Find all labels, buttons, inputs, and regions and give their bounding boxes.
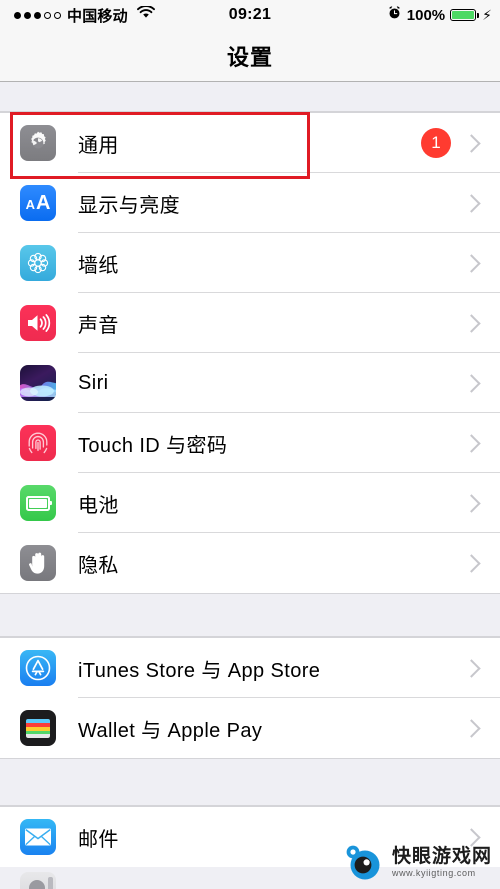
row-accessory bbox=[462, 313, 482, 333]
sound-speaker-icon bbox=[20, 305, 56, 341]
iphone-settings-screen: 中国移动 09:21 100% ⚡ 设置 通用 1 A A 显示与亮度 墙纸 声… bbox=[0, 0, 500, 889]
settings-row-siri[interactable]: Siri bbox=[0, 353, 500, 413]
watermark-title: 快眼游戏网 bbox=[391, 845, 492, 867]
settings-row-wallet-apple-pay[interactable]: Wallet 与 Apple Pay bbox=[0, 698, 500, 758]
settings-row-label: Wallet 与 Apple Pay bbox=[78, 719, 263, 742]
settings-row-label: 电池 bbox=[78, 494, 119, 517]
chevron-right-icon bbox=[462, 493, 481, 513]
row-accessory bbox=[462, 553, 482, 573]
settings-row-privacy[interactable]: 隐私 bbox=[0, 533, 500, 593]
settings-section-1: 通用 1 AA 显示与亮度 墙纸 声音 Siri Touch ID 与密码 电池… bbox=[0, 112, 500, 593]
settings-row-battery[interactable]: 电池 bbox=[0, 473, 500, 533]
siri-icon bbox=[20, 365, 56, 401]
battery-icon bbox=[450, 9, 480, 21]
settings-row-sounds[interactable]: 声音 bbox=[0, 293, 500, 353]
row-accessory: 1 bbox=[421, 128, 482, 158]
navigation-bar: 设置 bbox=[0, 30, 500, 82]
settings-row-label: 隐私 bbox=[78, 554, 119, 577]
chevron-right-icon bbox=[462, 433, 481, 453]
settings-row-display-brightness[interactable]: AA 显示与亮度 bbox=[0, 173, 500, 233]
display-brightness-icon: AA bbox=[20, 185, 56, 221]
settings-row-label: 邮件 bbox=[78, 828, 119, 851]
settings-section-2: iTunes Store 与 App Store Wallet 与 Apple … bbox=[0, 637, 500, 758]
section-gap-1 bbox=[0, 593, 500, 637]
status-bar: 中国移动 09:21 100% ⚡ bbox=[0, 0, 500, 30]
chevron-right-icon bbox=[462, 553, 481, 573]
chevron-right-icon bbox=[462, 313, 481, 333]
row-accessory bbox=[462, 433, 482, 453]
watermark: 快眼游戏网 www.kyiigting.com bbox=[342, 841, 492, 883]
settings-row-general[interactable]: 通用 1 bbox=[0, 113, 500, 173]
row-accessory bbox=[462, 373, 482, 393]
mail-icon bbox=[20, 819, 56, 855]
chevron-right-icon bbox=[462, 373, 481, 393]
chevron-right-icon bbox=[462, 253, 481, 273]
section-gap-2 bbox=[0, 758, 500, 806]
status-badge: 1 bbox=[421, 128, 451, 158]
chevron-right-icon bbox=[462, 193, 481, 213]
wallpaper-icon bbox=[20, 245, 56, 281]
settings-row-touch-id[interactable]: Touch ID 与密码 bbox=[0, 413, 500, 473]
settings-row-label: 声音 bbox=[78, 314, 119, 337]
status-bar-right: 100% ⚡ bbox=[387, 5, 492, 25]
settings-row-itunes-app-store[interactable]: iTunes Store 与 App Store bbox=[0, 638, 500, 698]
chevron-right-icon bbox=[462, 718, 481, 738]
watermark-text: 快眼游戏网 www.kyiigting.com bbox=[392, 847, 492, 878]
settings-row-wallpaper[interactable]: 墙纸 bbox=[0, 233, 500, 293]
row-accessory bbox=[462, 658, 482, 678]
alarm-clock-icon bbox=[387, 5, 402, 25]
privacy-hand-icon bbox=[20, 545, 56, 581]
contacts-icon-partial bbox=[20, 872, 56, 889]
gear-icon bbox=[20, 125, 56, 161]
settings-row-label: iTunes Store 与 App Store bbox=[78, 659, 321, 682]
app-store-icon bbox=[20, 650, 56, 686]
row-accessory bbox=[462, 253, 482, 273]
settings-row-label: 显示与亮度 bbox=[78, 194, 180, 217]
row-accessory bbox=[462, 193, 482, 213]
touch-id-fingerprint-icon bbox=[20, 425, 56, 461]
chevron-right-icon bbox=[462, 133, 481, 153]
row-accessory bbox=[462, 493, 482, 513]
row-accessory bbox=[462, 718, 482, 738]
chevron-right-icon bbox=[462, 658, 481, 678]
wallet-icon bbox=[20, 710, 56, 746]
settings-row-label: Siri bbox=[78, 371, 109, 394]
battery-icon bbox=[20, 485, 56, 521]
settings-row-label: 通用 bbox=[78, 134, 119, 157]
lightning-bolt-icon: ⚡ bbox=[482, 7, 492, 23]
battery-percentage: 100% bbox=[406, 6, 446, 24]
frog-eye-logo-icon bbox=[342, 841, 386, 883]
settings-row-label: Touch ID 与密码 bbox=[78, 434, 228, 457]
settings-row-label: 墙纸 bbox=[78, 254, 119, 277]
section-gap-top bbox=[0, 82, 500, 112]
watermark-url: www.kyiigting.com bbox=[391, 867, 476, 878]
page-title: 设置 bbox=[226, 44, 273, 70]
